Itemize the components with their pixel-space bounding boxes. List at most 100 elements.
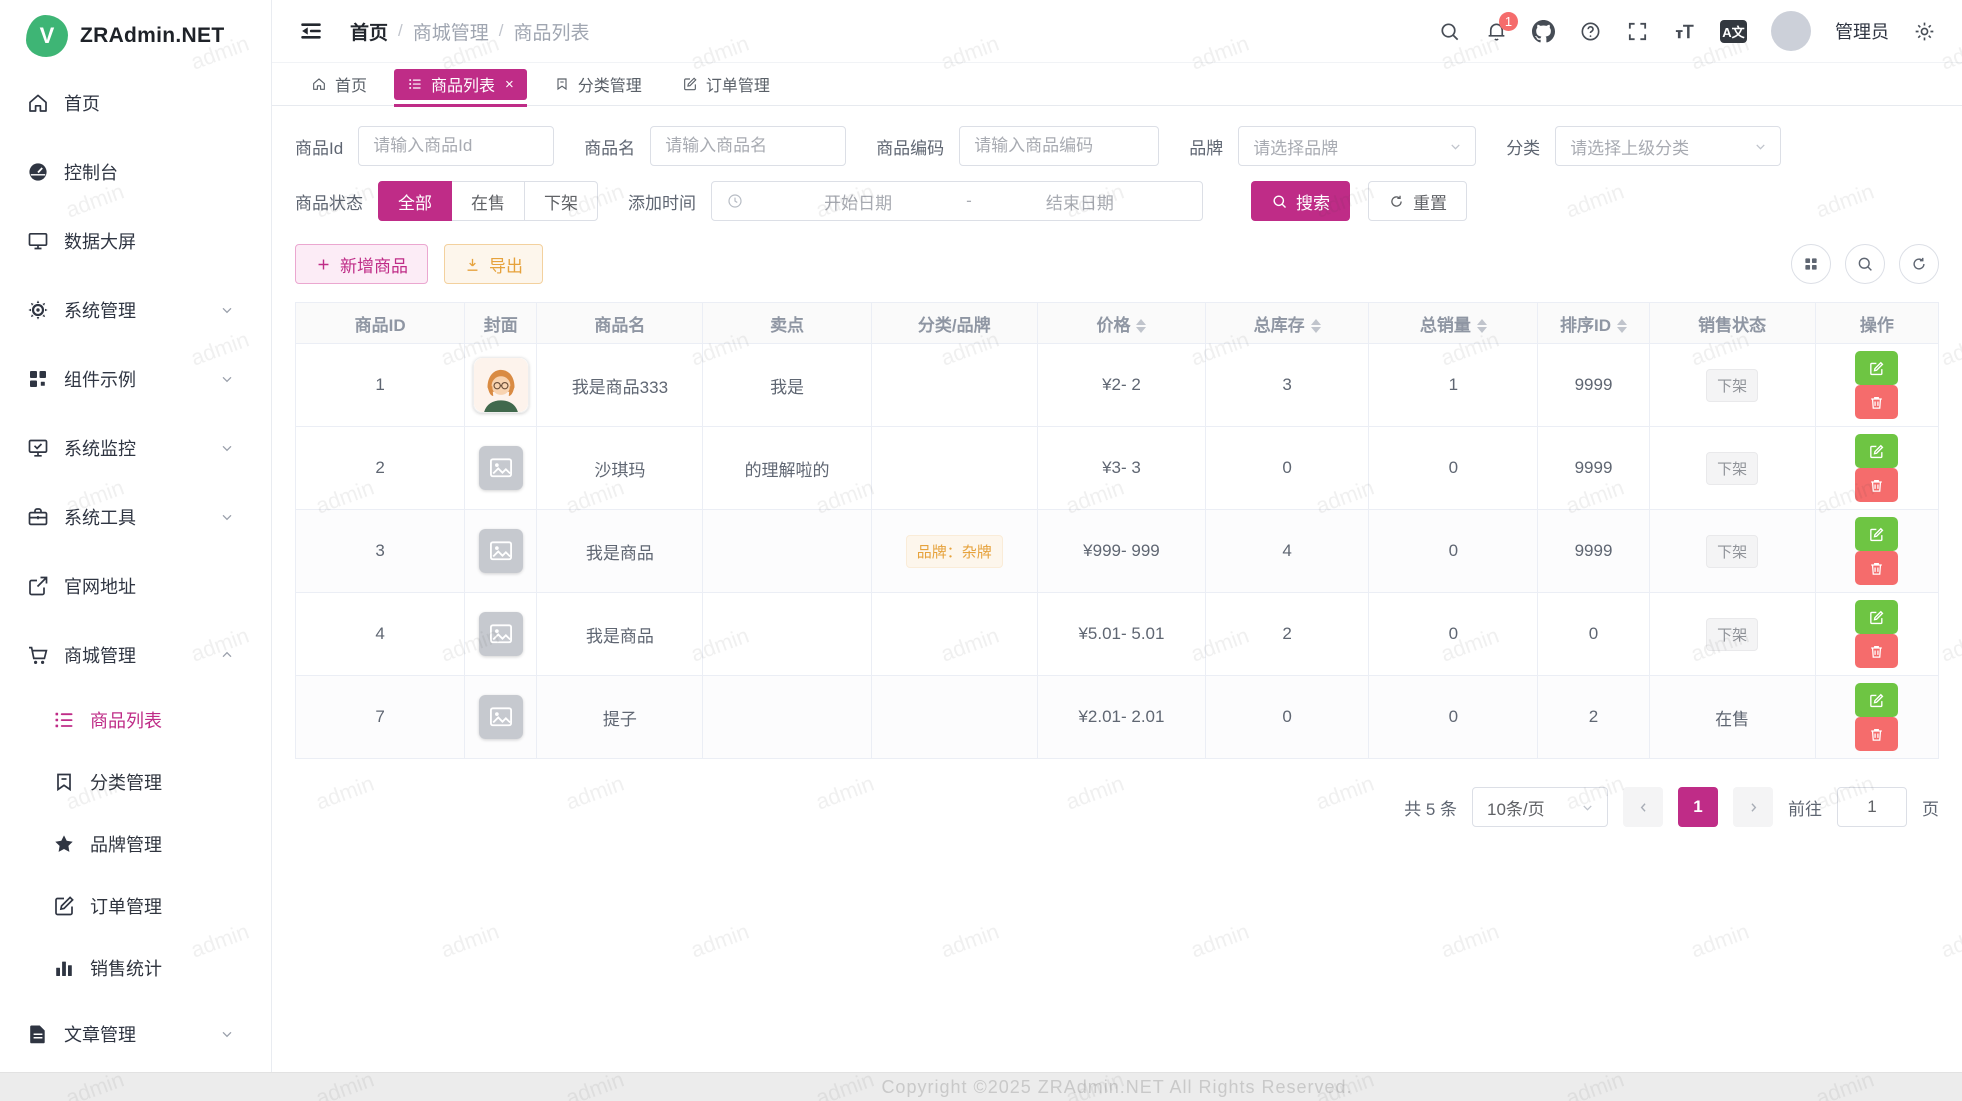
user-name[interactable]: 管理员 (1835, 18, 1889, 44)
fullscreen-icon[interactable] (1626, 20, 1649, 43)
sidebar-item-brand[interactable]: 品牌管理 (0, 813, 271, 875)
sidebar-item-article[interactable]: 文章管理 (0, 999, 271, 1068)
sidebar-item-label: 商城管理 (64, 642, 136, 668)
sidebar-item-monitor[interactable]: 系统监控 (0, 413, 271, 482)
add-product-button[interactable]: 新增商品 (295, 244, 428, 284)
cell-price: ¥3- 3 (1037, 427, 1205, 510)
tab-home[interactable]: 首页 (298, 69, 380, 100)
settings-gear-icon[interactable] (1913, 20, 1936, 43)
collapse-sidebar-icon[interactable] (298, 18, 324, 44)
status-option-all[interactable]: 全部 (378, 181, 452, 221)
tab-order[interactable]: 订单管理 (669, 69, 783, 100)
sidebar-item-home[interactable]: 首页 (0, 68, 271, 137)
sort-caret-icon[interactable] (1477, 319, 1487, 333)
notification-bell-icon[interactable]: 1 (1485, 20, 1508, 43)
column-header: 封面 (465, 303, 537, 344)
sidebar-item-order[interactable]: 订单管理 (0, 875, 271, 937)
sidebar-item-website[interactable]: 官网地址 (0, 551, 271, 620)
edit-row-button[interactable] (1855, 600, 1898, 634)
cell-product-id: 7 (296, 676, 465, 759)
sidebar-item-system[interactable]: 系统管理 (0, 275, 271, 344)
date-range-picker[interactable]: 开始日期 - 结束日期 (711, 181, 1203, 221)
sidebar-item-console[interactable]: 控制台 (0, 137, 271, 206)
product-cover-placeholder-icon[interactable] (479, 695, 523, 739)
tab-goods-list[interactable]: 商品列表× (394, 69, 527, 100)
search-icon[interactable] (1438, 20, 1461, 43)
column-header[interactable]: 排序ID (1538, 303, 1649, 344)
delete-row-button[interactable] (1855, 717, 1898, 751)
sidebar-item-goods-list[interactable]: 商品列表 (0, 689, 271, 751)
cell-stock: 3 (1206, 344, 1369, 427)
table-search-button[interactable] (1845, 244, 1885, 284)
category-select[interactable]: 请选择上级分类 (1555, 126, 1781, 166)
product-cover-placeholder-icon[interactable] (479, 612, 523, 656)
cell-sales: 1 (1369, 344, 1538, 427)
trash-icon (1868, 726, 1885, 743)
search-button[interactable]: 搜索 (1251, 181, 1350, 221)
cell-status: 下架 (1649, 510, 1815, 593)
breadcrumb-mall[interactable]: 商城管理 (413, 18, 489, 45)
status-option-onsale[interactable]: 在售 (451, 181, 525, 221)
translate-icon[interactable]: A文 (1720, 20, 1747, 43)
product-id-input[interactable] (358, 126, 554, 166)
cell-stock: 2 (1206, 593, 1369, 676)
sidebar-item-mall[interactable]: 商城管理 (0, 620, 271, 689)
column-header: 卖点 (703, 303, 871, 344)
prev-page-button[interactable] (1623, 787, 1663, 827)
column-header[interactable]: 总销量 (1369, 303, 1538, 344)
delete-row-button[interactable] (1855, 551, 1898, 585)
product-name-input[interactable] (650, 126, 846, 166)
cell-selling-point (703, 510, 871, 593)
trash-icon (1868, 477, 1885, 494)
page: V ZRAdmin.NET 首页控制台数据大屏系统管理组件示例系统监控系统工具官… (0, 0, 1962, 1101)
user-avatar[interactable] (1771, 11, 1811, 51)
reset-button[interactable]: 重置 (1368, 181, 1467, 221)
breadcrumb-home[interactable]: 首页 (350, 18, 388, 45)
edit-row-button[interactable] (1855, 351, 1898, 385)
filter-product-code: 商品编码 (876, 126, 1159, 166)
page-size-select[interactable]: 10条/页 (1472, 787, 1608, 827)
order-icon (682, 76, 698, 92)
column-header-label: 销售状态 (1698, 316, 1766, 335)
column-header-label: 分类/品牌 (918, 316, 991, 335)
product-cover-placeholder-icon[interactable] (479, 529, 523, 573)
sort-caret-icon[interactable] (1136, 319, 1146, 333)
help-icon[interactable] (1579, 20, 1602, 43)
table-refresh-button[interactable] (1899, 244, 1939, 284)
github-icon[interactable] (1532, 20, 1555, 43)
edit-row-button[interactable] (1855, 434, 1898, 468)
goto-page-input[interactable] (1837, 787, 1907, 827)
cell-sales: 0 (1369, 510, 1538, 593)
sidebar-item-data-screen[interactable]: 数据大屏 (0, 206, 271, 275)
export-button[interactable]: 导出 (444, 244, 543, 284)
status-option-offsale[interactable]: 下架 (524, 181, 598, 221)
page-unit-label: 页 (1922, 795, 1939, 820)
edit-row-button[interactable] (1855, 683, 1898, 717)
delete-row-button[interactable] (1855, 634, 1898, 668)
column-header[interactable]: 总库存 (1206, 303, 1369, 344)
sort-caret-icon[interactable] (1311, 319, 1321, 333)
next-page-button[interactable] (1733, 787, 1773, 827)
brand-select[interactable]: 请选择品牌 (1238, 126, 1476, 166)
tab-category[interactable]: 分类管理 (541, 69, 655, 100)
cell-price: ¥2- 2 (1037, 344, 1205, 427)
sidebar-item-tools[interactable]: 系统工具 (0, 482, 271, 551)
column-header[interactable]: 价格 (1037, 303, 1205, 344)
sidebar-item-components[interactable]: 组件示例 (0, 344, 271, 413)
sort-caret-icon[interactable] (1617, 319, 1627, 333)
edit-row-button[interactable] (1855, 517, 1898, 551)
product-cover-image[interactable] (473, 357, 529, 413)
page-number-button[interactable]: 1 (1678, 787, 1718, 827)
close-tab-icon[interactable]: × (505, 77, 514, 92)
delete-row-button[interactable] (1855, 385, 1898, 419)
product-cover-placeholder-icon[interactable] (479, 446, 523, 490)
cell-product-id: 3 (296, 510, 465, 593)
sidebar-item-category[interactable]: 分类管理 (0, 751, 271, 813)
product-code-input[interactable] (959, 126, 1159, 166)
font-size-icon[interactable] (1673, 20, 1696, 43)
sidebar-item-sales-stats[interactable]: 销售统计 (0, 937, 271, 999)
delete-row-button[interactable] (1855, 468, 1898, 502)
column-settings-button[interactable] (1791, 244, 1831, 284)
cart-icon (26, 643, 50, 667)
topbar: 首页 / 商城管理 / 商品列表 1 (272, 0, 1962, 62)
